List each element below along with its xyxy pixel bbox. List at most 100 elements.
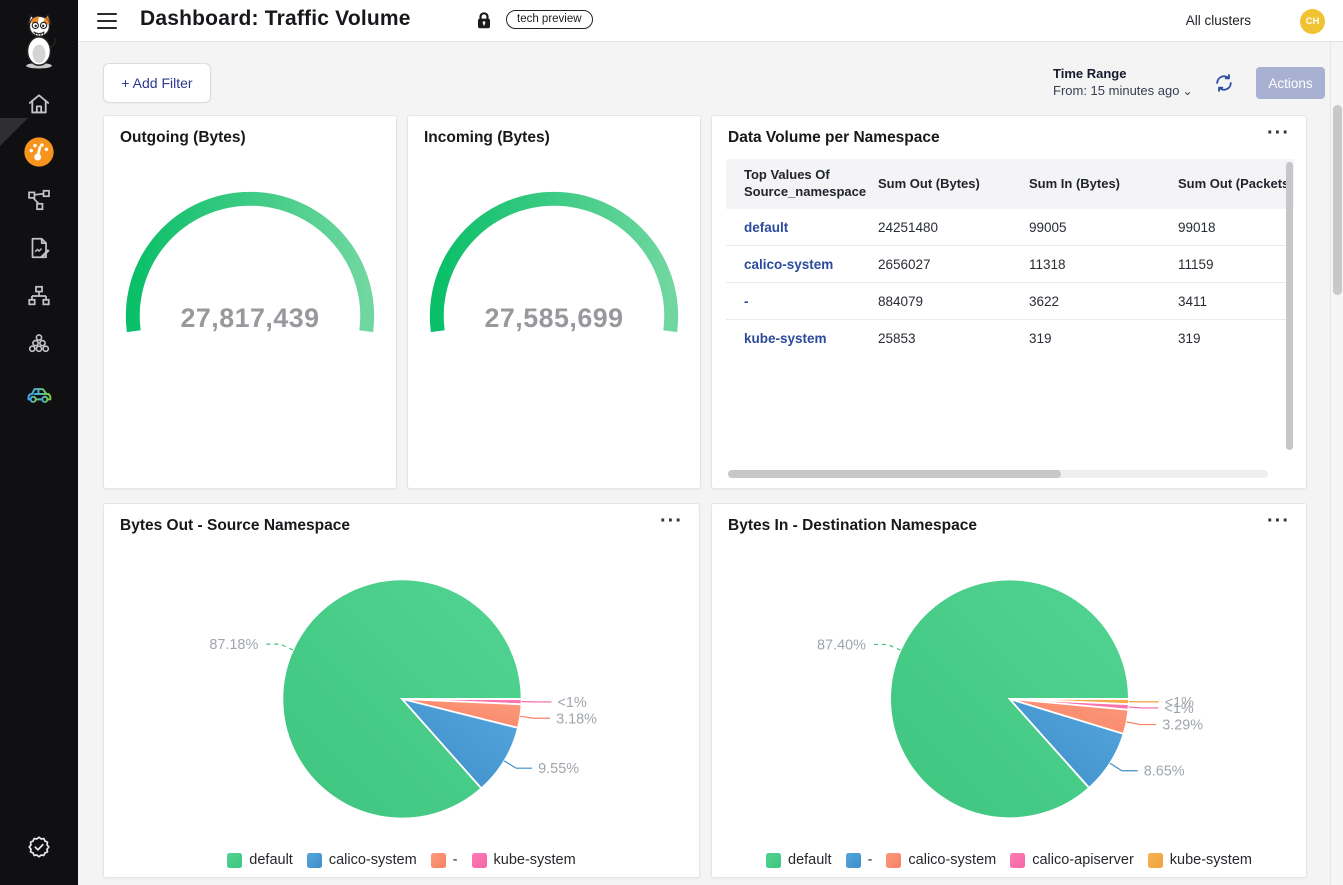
legend-item-calico-system[interactable]: calico-system <box>307 852 417 868</box>
sidebar-item-image-assurance[interactable] <box>15 370 63 418</box>
topbar: Dashboard: Traffic Volume tech preview A… <box>78 0 1343 42</box>
legend-label: default <box>788 852 832 868</box>
sidebar-item-compliance[interactable] <box>15 825 63 873</box>
namespace-link[interactable]: kube-system <box>726 331 878 346</box>
pie-label-line <box>264 644 293 650</box>
legend-swatch <box>1148 853 1163 868</box>
time-range: Time Range From: 15 minutes ago⌄ <box>1053 66 1193 98</box>
page-scrollbar-track <box>1330 42 1343 885</box>
refresh-button[interactable] <box>1213 72 1235 94</box>
value-cell: 3411 <box>1178 294 1294 309</box>
value-cell: 2656027 <box>878 257 1029 272</box>
gauge-value: 27,817,439 <box>180 303 319 333</box>
value-cell: 99005 <box>1029 220 1178 235</box>
incoming-gauge-chart: 27,585,699 <box>408 116 700 488</box>
table-row: default242514809900599018 <box>726 209 1294 246</box>
value-cell: 3622 <box>1029 294 1178 309</box>
pie-percentage-label: 87.18% <box>209 637 258 653</box>
column-header: Sum Out (Packets) <box>1178 176 1294 193</box>
pie-label-line <box>520 716 550 718</box>
pie-label-line <box>872 644 901 650</box>
more-menu-icon[interactable]: ··· <box>1267 122 1290 145</box>
table-vertical-scrollbar[interactable] <box>1286 162 1293 450</box>
namespace-table: Top Values Of Source_namespaceSum Out (B… <box>726 159 1294 456</box>
table-horizontal-scrollbar-track <box>728 470 1268 478</box>
card-title: Bytes Out - Source Namespace <box>120 517 350 535</box>
legend-swatch <box>1010 853 1025 868</box>
table-row: -88407936223411 <box>726 283 1294 320</box>
add-filter-button[interactable]: + Add Filter <box>103 63 211 103</box>
gauge-value: 27,585,699 <box>484 303 623 333</box>
sidebar <box>0 0 78 885</box>
outgoing-gauge-chart: 27,817,439 <box>104 116 396 488</box>
value-cell: 24251480 <box>878 220 1029 235</box>
dashboard-page: Dashboard: Traffic Volume tech preview A… <box>0 0 1343 885</box>
user-avatar[interactable]: CH <box>1300 9 1325 34</box>
value-cell: 884079 <box>878 294 1029 309</box>
flow-logs-icon <box>26 235 52 266</box>
legend-label: calico-system <box>329 852 417 868</box>
legend-label: default <box>249 852 293 868</box>
value-cell: 319 <box>1029 331 1178 346</box>
legend-item-kube-system[interactable]: kube-system <box>472 852 576 868</box>
pie-percentage-label: 3.18% <box>556 711 597 727</box>
namespace-link[interactable]: default <box>726 220 878 235</box>
more-menu-icon[interactable]: ··· <box>1267 510 1290 533</box>
bytes-out-pie-card: Bytes Out - Source Namespace ··· <1%3.18… <box>103 503 700 878</box>
legend-item-calico-system[interactable]: calico-system <box>886 852 996 868</box>
sidebar-item-flow-logs[interactable] <box>15 226 63 274</box>
bytes-in-pie-chart: <1%<1%3.29%8.65%87.40% <box>712 541 1306 821</box>
more-menu-icon[interactable]: ··· <box>660 510 683 533</box>
pie-label-line <box>1129 707 1159 708</box>
pie-label-line <box>1127 722 1157 725</box>
legend-label: - <box>453 852 458 868</box>
table-row: kube-system25853319319 <box>726 320 1294 357</box>
time-range-value[interactable]: From: 15 minutes ago⌄ <box>1053 83 1193 98</box>
card-title: Data Volume per Namespace <box>728 129 940 147</box>
value-cell: 319 <box>1178 331 1294 346</box>
sidebar-item-clusters[interactable] <box>15 322 63 370</box>
pie-percentage-label: 87.40% <box>817 637 866 653</box>
column-header: Top Values Of Source_namespace <box>726 167 878 201</box>
pie-percentage-label: 9.55% <box>538 761 579 777</box>
legend-item-calico-apiserver[interactable]: calico-apiserver <box>1010 852 1134 868</box>
legend-item-kube-system[interactable]: kube-system <box>1148 852 1252 868</box>
pie-legend: default calico-system - kube-system <box>104 852 699 868</box>
legend-label: calico-system <box>908 852 996 868</box>
legend-item--[interactable]: - <box>431 852 458 868</box>
table-header-row: Top Values Of Source_namespaceSum Out (B… <box>726 159 1294 209</box>
cluster-selector[interactable]: All clusters <box>1186 13 1251 28</box>
tech-preview-badge: tech preview <box>506 10 593 29</box>
page-scrollbar[interactable] <box>1333 105 1342 295</box>
data-volume-table-card: Data Volume per Namespace ··· Top Values… <box>711 115 1307 489</box>
pie-percentage-label: 3.29% <box>1162 718 1203 734</box>
legend-item-default[interactable]: default <box>766 852 832 868</box>
pie-label-line <box>1110 763 1138 770</box>
column-header: Sum In (Bytes) <box>1029 176 1178 193</box>
network-topology-icon <box>26 283 52 314</box>
table-horizontal-scrollbar[interactable] <box>728 470 1061 478</box>
legend-item-default[interactable]: default <box>227 852 293 868</box>
pie-label-line <box>504 761 532 768</box>
hamburger-menu-icon[interactable] <box>97 13 117 29</box>
card-title: Bytes In - Destination Namespace <box>728 517 977 535</box>
namespace-link[interactable]: calico-system <box>726 257 878 272</box>
pie-percentage-label: <1% <box>557 695 586 711</box>
page-title: Dashboard: Traffic Volume <box>140 7 411 31</box>
legend-swatch <box>472 853 487 868</box>
value-cell: 99018 <box>1178 220 1294 235</box>
legend-swatch <box>227 853 242 868</box>
outgoing-bytes-card: Outgoing (Bytes) 27,817,439 <box>103 115 397 489</box>
lock-icon <box>476 11 492 35</box>
sidebar-item-network-topology[interactable] <box>15 274 63 322</box>
bytes-out-pie-chart: <1%3.18% 9.55% 87.18% <box>104 541 699 821</box>
value-cell: 25853 <box>878 331 1029 346</box>
legend-item--[interactable]: - <box>846 852 873 868</box>
sidebar-fold-decoration <box>0 118 28 146</box>
legend-label: kube-system <box>494 852 576 868</box>
actions-button[interactable]: Actions <box>1256 67 1325 99</box>
namespace-link[interactable]: - <box>726 294 878 309</box>
legend-swatch <box>307 853 322 868</box>
pie-legend: default- calico-system calico-apiserver kub… <box>712 852 1306 868</box>
sidebar-item-service-graph[interactable] <box>15 178 63 226</box>
